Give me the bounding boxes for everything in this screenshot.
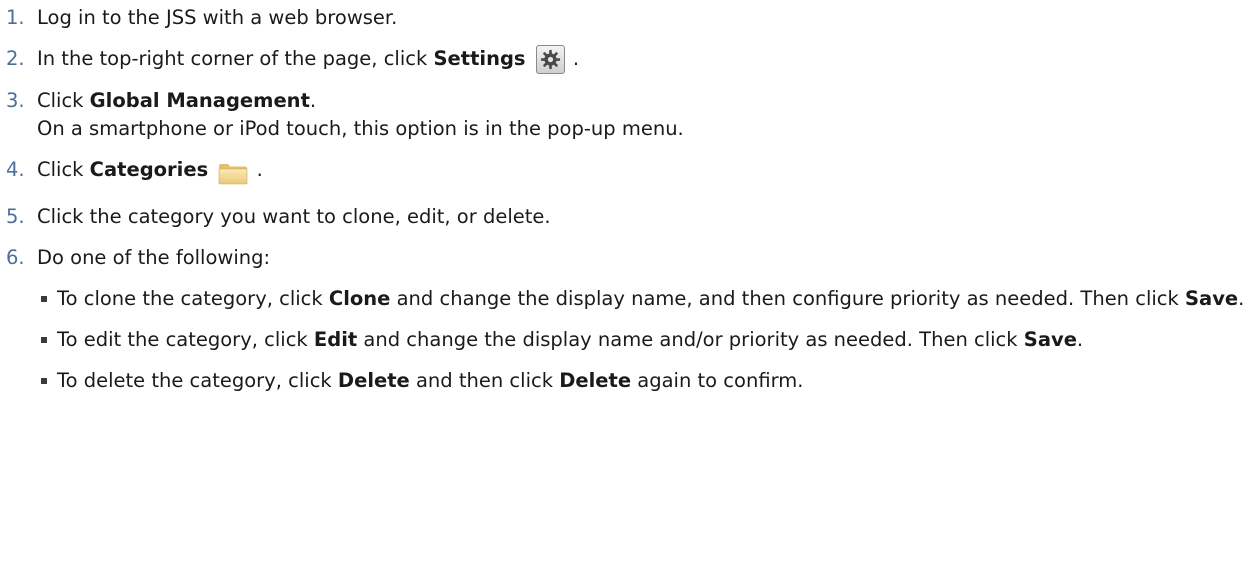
step-text-post: . — [309, 89, 317, 112]
step-text: Log in to the JSS with a web browser. — [37, 6, 398, 29]
option-text: again to confirm. — [631, 369, 804, 392]
clone-label: Clone — [328, 287, 391, 310]
bullet-icon — [41, 337, 47, 343]
step-number: 4. — [6, 158, 25, 181]
settings-label: Settings — [433, 47, 526, 70]
save-label: Save — [1023, 328, 1077, 351]
step-1: 1. Log in to the JSS with a web browser. — [0, 4, 1254, 32]
step-number: 5. — [6, 205, 25, 228]
bullet-icon — [41, 296, 47, 302]
option-text: . — [1238, 287, 1245, 310]
categories-folder-icon — [218, 162, 248, 190]
option-text: To delete the category, click — [57, 369, 338, 392]
step-text-post: . — [566, 47, 580, 70]
step-2: 2. In the top-right corner of the page, … — [0, 45, 1254, 74]
delete-confirm-label: Delete — [559, 369, 632, 392]
categories-label: Categories — [89, 158, 209, 181]
bullet-icon — [41, 378, 47, 384]
step-number: 2. — [6, 47, 25, 70]
step-3: 3. Click Global Management. On a smartph… — [0, 87, 1254, 143]
option-delete: To delete the category, click Delete and… — [37, 367, 1254, 395]
option-text: and then click — [409, 369, 560, 392]
step-note: On a smartphone or iPod touch, this opti… — [37, 117, 684, 140]
delete-label: Delete — [337, 369, 410, 392]
step-number: 1. — [6, 6, 25, 29]
global-management-label: Global Management — [89, 89, 310, 112]
option-text: To clone the category, click — [57, 287, 329, 310]
options-list: To clone the category, click Clone and c… — [37, 285, 1254, 395]
steps-list: 1. Log in to the JSS with a web browser.… — [0, 4, 1254, 395]
step-text: Click the category you want to clone, ed… — [37, 205, 551, 228]
step-6: 6. Do one of the following: To clone the… — [0, 244, 1254, 395]
step-text-post: . — [250, 158, 263, 181]
step-text-pre: In the top-right corner of the page, cli… — [37, 47, 434, 70]
instructions-document: 1. Log in to the JSS with a web browser.… — [0, 0, 1254, 395]
edit-label: Edit — [313, 328, 358, 351]
step-text-pre: Click — [37, 89, 90, 112]
option-edit: To edit the category, click Edit and cha… — [37, 326, 1254, 354]
step-5: 5. Click the category you want to clone,… — [0, 203, 1254, 231]
option-text: To edit the category, click — [57, 328, 314, 351]
step-text-pre: Click — [37, 158, 90, 181]
save-label: Save — [1185, 287, 1239, 310]
option-text: and change the display name and/or prior… — [357, 328, 1024, 351]
option-clone: To clone the category, click Clone and c… — [37, 285, 1254, 313]
step-number: 6. — [6, 246, 25, 269]
option-text: . — [1076, 328, 1084, 351]
step-4: 4. Click Categories . — [0, 156, 1254, 190]
settings-gear-icon — [535, 45, 565, 74]
step-number: 3. — [6, 89, 25, 112]
step-text: Do one of the following: — [37, 246, 271, 269]
option-text: and change the display name, and then co… — [390, 287, 1186, 310]
